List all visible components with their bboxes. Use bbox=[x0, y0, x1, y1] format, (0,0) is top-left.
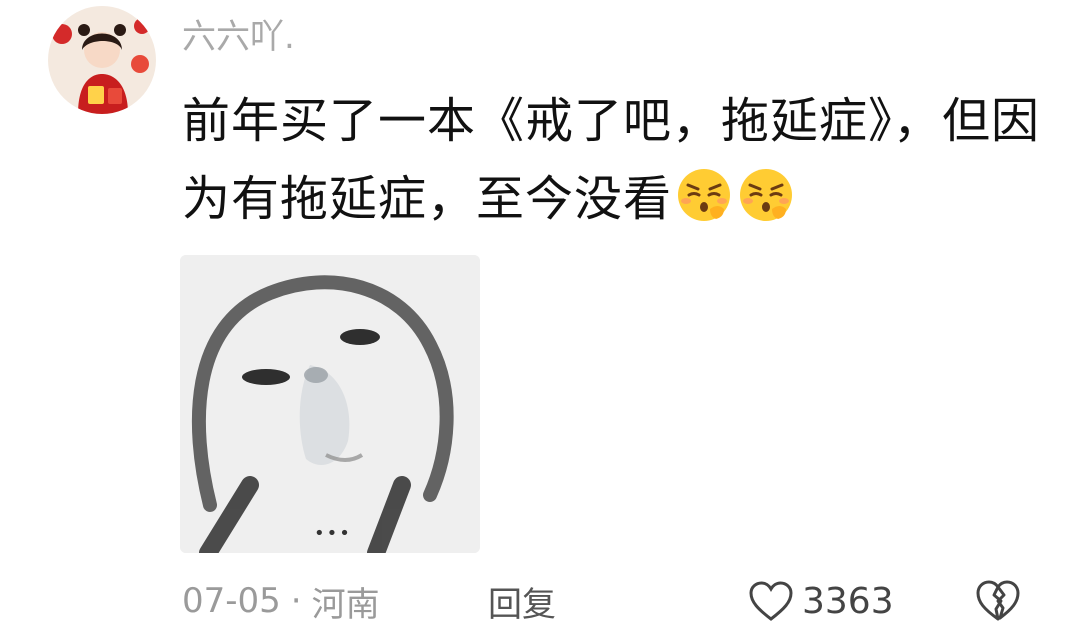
meta-separator: · bbox=[290, 581, 302, 621]
comment-location: 河南 bbox=[311, 584, 380, 625]
comment-body: 前年买了一本《戒了吧，拖延症》，但因为有拖延症，至今没看 bbox=[182, 93, 1041, 227]
dislike-button[interactable] bbox=[974, 577, 1022, 625]
comment-meta: 07-05 · 河南 bbox=[182, 574, 380, 628]
reply-button[interactable]: 回复 bbox=[488, 574, 556, 628]
pensive-face-emoji-icon bbox=[674, 165, 734, 225]
username[interactable]: 六六吖. bbox=[182, 12, 295, 62]
comment-image[interactable]: ••• bbox=[180, 255, 480, 553]
broken-heart-icon bbox=[976, 580, 1020, 621]
reply-label: 回复 bbox=[488, 584, 556, 625]
comment-date: 07-05 bbox=[182, 581, 281, 621]
like-button[interactable]: 3363 bbox=[748, 574, 894, 628]
more-indicator: ••• bbox=[314, 523, 352, 544]
heart-icon bbox=[749, 581, 793, 621]
comment-item: 六六吖. 前年买了一本《戒了吧，拖延症》，但因为有拖延症，至今没看 ••• 07… bbox=[0, 0, 1080, 630]
comment-text: 前年买了一本《戒了吧，拖延症》，但因为有拖延症，至今没看 bbox=[182, 82, 1042, 238]
like-count: 3363 bbox=[802, 580, 894, 622]
pensive-face-emoji-icon bbox=[736, 165, 796, 225]
avatar[interactable] bbox=[48, 6, 156, 114]
